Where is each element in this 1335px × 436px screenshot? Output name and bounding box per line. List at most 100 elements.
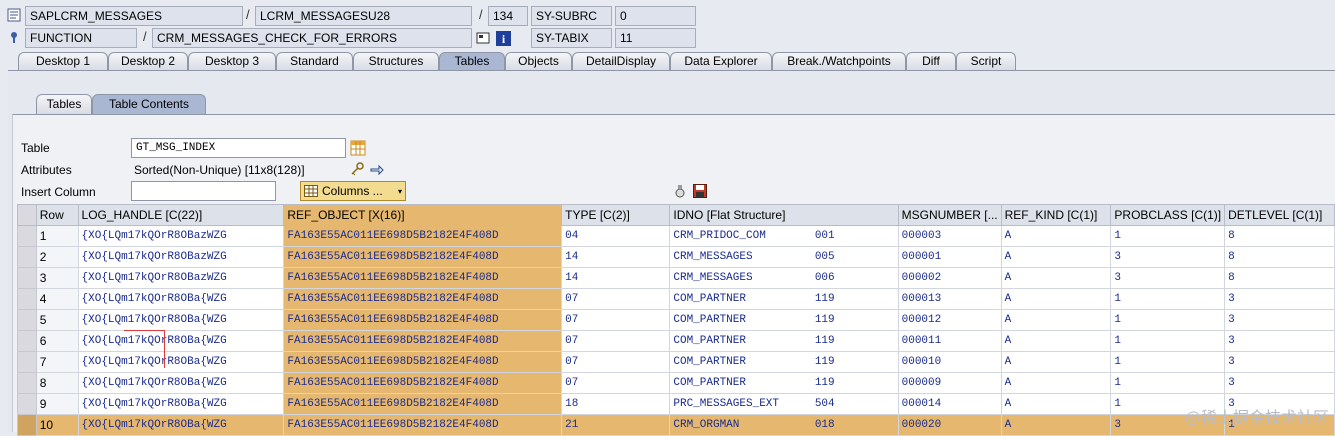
tab-desktop-1[interactable]: Desktop 1 [18,52,108,70]
function-name-field[interactable]: CRM_MESSAGES_CHECK_FOR_ERRORS [152,28,472,48]
select-all-cell[interactable] [17,204,37,226]
msgnumber-cell[interactable]: 000013 [897,288,1002,310]
ref-object-cell[interactable]: FA163E55AC011EE698D5B2182E4F408D [283,351,563,373]
sysvar-field-2[interactable]: SY-TABIX [531,28,612,48]
idno-cell[interactable]: CRM_MESSAGES 005 [669,246,899,268]
probclass-cell[interactable]: 1 [1110,225,1226,247]
col-header[interactable]: DETLEVEL [C(1)] [1224,204,1335,226]
sysval-field-2[interactable]: 11 [615,28,696,48]
include-field[interactable]: LCRM_MESSAGESU28 [255,6,472,26]
table-row[interactable]: 6 {XO{LQm17kQOrR8OBa{WZG FA163E55AC011EE69… [17,330,1335,352]
type-cell[interactable]: 14 [561,267,671,289]
row-number-cell[interactable]: 3 [35,267,79,289]
probclass-cell[interactable]: 1 [1110,372,1226,394]
idno-cell[interactable]: CRM_PRIDOC_COM 001 [669,225,899,247]
log-handle-cell[interactable]: {XO{LQm17kQOrR8OBazWZG [77,246,285,268]
row-selector[interactable] [17,351,37,373]
msgnumber-cell[interactable]: 000001 [897,246,1002,268]
log-handle-cell[interactable]: {XO{LQm17kQOrR8OBa{WZG [77,309,285,331]
table-row[interactable]: 10 {XO{LQm17kQOrR8OBa{WZG FA163E55AC011EE6… [17,414,1335,436]
row-selector[interactable] [17,330,37,352]
probclass-cell[interactable]: 1 [1110,330,1226,352]
ref-kind-cell[interactable]: A [1000,330,1112,352]
sysval-field-1[interactable]: 0 [615,6,696,26]
tab-tables[interactable]: Tables [439,52,505,70]
ref-object-cell[interactable]: FA163E55AC011EE698D5B2182E4F408D [283,246,563,268]
type-cell[interactable]: 07 [561,351,671,373]
ref-kind-cell[interactable]: A [1000,246,1112,268]
display-icon[interactable] [474,28,492,48]
row-selector[interactable] [17,225,37,247]
ref-kind-cell[interactable]: A [1000,288,1112,310]
line-field[interactable]: 134 [488,6,528,26]
idno-cell[interactable]: PRC_MESSAGES_EXT 504 [669,393,899,415]
type-field[interactable]: FUNCTION [25,28,137,48]
ref-object-cell[interactable]: FA163E55AC011EE698D5B2182E4F408D [283,267,563,289]
type-cell[interactable]: 14 [561,246,671,268]
ref-kind-cell[interactable]: A [1000,225,1112,247]
type-cell[interactable]: 07 [561,330,671,352]
col-header[interactable]: PROBCLASS [C(1)] [1110,204,1226,226]
type-cell[interactable]: 07 [561,309,671,331]
type-cell[interactable]: 07 [561,372,671,394]
col-header[interactable]: TYPE [C(2)] [561,204,671,226]
key-icon[interactable] [348,160,366,178]
ref-object-cell[interactable]: FA163E55AC011EE698D5B2182E4F408D [283,393,563,415]
probclass-cell[interactable]: 1 [1110,309,1226,331]
ref-object-cell[interactable]: FA163E55AC011EE698D5B2182E4F408D [283,330,563,352]
msgnumber-cell[interactable]: 000014 [897,393,1002,415]
msgnumber-cell[interactable]: 000011 [897,330,1002,352]
tab-structures[interactable]: Structures [353,52,439,70]
log-handle-cell[interactable]: {XO{LQm17kQOrR8OBa{WZG [77,288,285,310]
row-selector[interactable] [17,414,37,436]
log-handle-cell[interactable]: {XO{LQm17kQOrR8OBa{WZG [77,330,285,352]
row-number-cell[interactable]: 6 [35,330,79,352]
idno-cell[interactable]: COM_PARTNER 119 [669,288,899,310]
subtab-table-contents[interactable]: Table Contents [92,94,206,114]
tab-standard[interactable]: Standard [276,52,353,70]
table-row[interactable]: 7 {XO{LQm17kQOrR8OBa{WZG FA163E55AC011EE69… [17,351,1335,373]
idno-cell[interactable]: COM_PARTNER 119 [669,372,899,394]
table-contents-grid[interactable]: Row LOG_HANDLE [C(22)] REF_OBJECT [X(16)… [17,204,1335,436]
probclass-cell[interactable]: 3 [1110,267,1226,289]
table-row[interactable]: 4 {XO{LQm17kQOrR8OBa{WZG FA163E55AC011EE69… [17,288,1335,310]
col-header[interactable]: MSGNUMBER [... [897,204,1002,226]
tab-desktop-2[interactable]: Desktop 2 [108,52,188,70]
filter-icon[interactable] [672,182,688,200]
idno-cell[interactable]: CRM_MESSAGES 006 [669,267,899,289]
col-header[interactable]: Row [35,204,79,226]
program-field[interactable]: SAPLCRM_MESSAGES [25,6,243,26]
transfer-icon[interactable] [368,160,386,178]
ref-kind-cell[interactable]: A [1000,372,1112,394]
table-row[interactable]: 9 {XO{LQm17kQOrR8OBa{WZG FA163E55AC011EE69… [17,393,1335,415]
columns-button[interactable]: Columns ... ▾ [300,181,406,201]
col-header[interactable]: REF_OBJECT [X(16)] [283,204,563,226]
detlevel-cell[interactable]: 3 [1224,372,1335,394]
idno-cell[interactable]: COM_PARTNER 119 [669,351,899,373]
detlevel-cell[interactable]: 3 [1224,309,1335,331]
insert-column-input[interactable] [131,181,276,201]
save-icon[interactable] [692,182,708,200]
row-number-cell[interactable]: 4 [35,288,79,310]
table-grid-icon[interactable] [348,138,368,158]
msgnumber-cell[interactable]: 000009 [897,372,1002,394]
ref-object-cell[interactable]: FA163E55AC011EE698D5B2182E4F408D [283,288,563,310]
type-cell[interactable]: 21 [561,414,671,436]
table-input[interactable]: GT_MSG_INDEX [131,138,346,158]
idno-cell[interactable]: CRM_ORGMAN 018 [669,414,899,436]
table-row[interactable]: 5 {XO{LQm17kQOrR8OBa{WZG FA163E55AC011EE69… [17,309,1335,331]
info-icon[interactable]: i [494,28,512,48]
log-handle-cell[interactable]: {XO{LQm17kQOrR8OBazWZG [77,267,285,289]
subtab-tables[interactable]: Tables [36,94,92,114]
row-number-cell[interactable]: 10 [35,414,79,436]
table-row[interactable]: 1 {XO{LQm17kQOrR8OBazWZG FA163E55AC011EE69… [17,225,1335,247]
tab-objects[interactable]: Objects [505,52,572,70]
ref-kind-cell[interactable]: A [1000,351,1112,373]
log-handle-cell[interactable]: {XO{LQm17kQOrR8OBa{WZG [77,351,285,373]
msgnumber-cell[interactable]: 000003 [897,225,1002,247]
row-number-cell[interactable]: 7 [35,351,79,373]
msgnumber-cell[interactable]: 000012 [897,309,1002,331]
row-number-cell[interactable]: 8 [35,372,79,394]
probclass-cell[interactable]: 1 [1110,351,1226,373]
tab-desktop-3[interactable]: Desktop 3 [188,52,276,70]
